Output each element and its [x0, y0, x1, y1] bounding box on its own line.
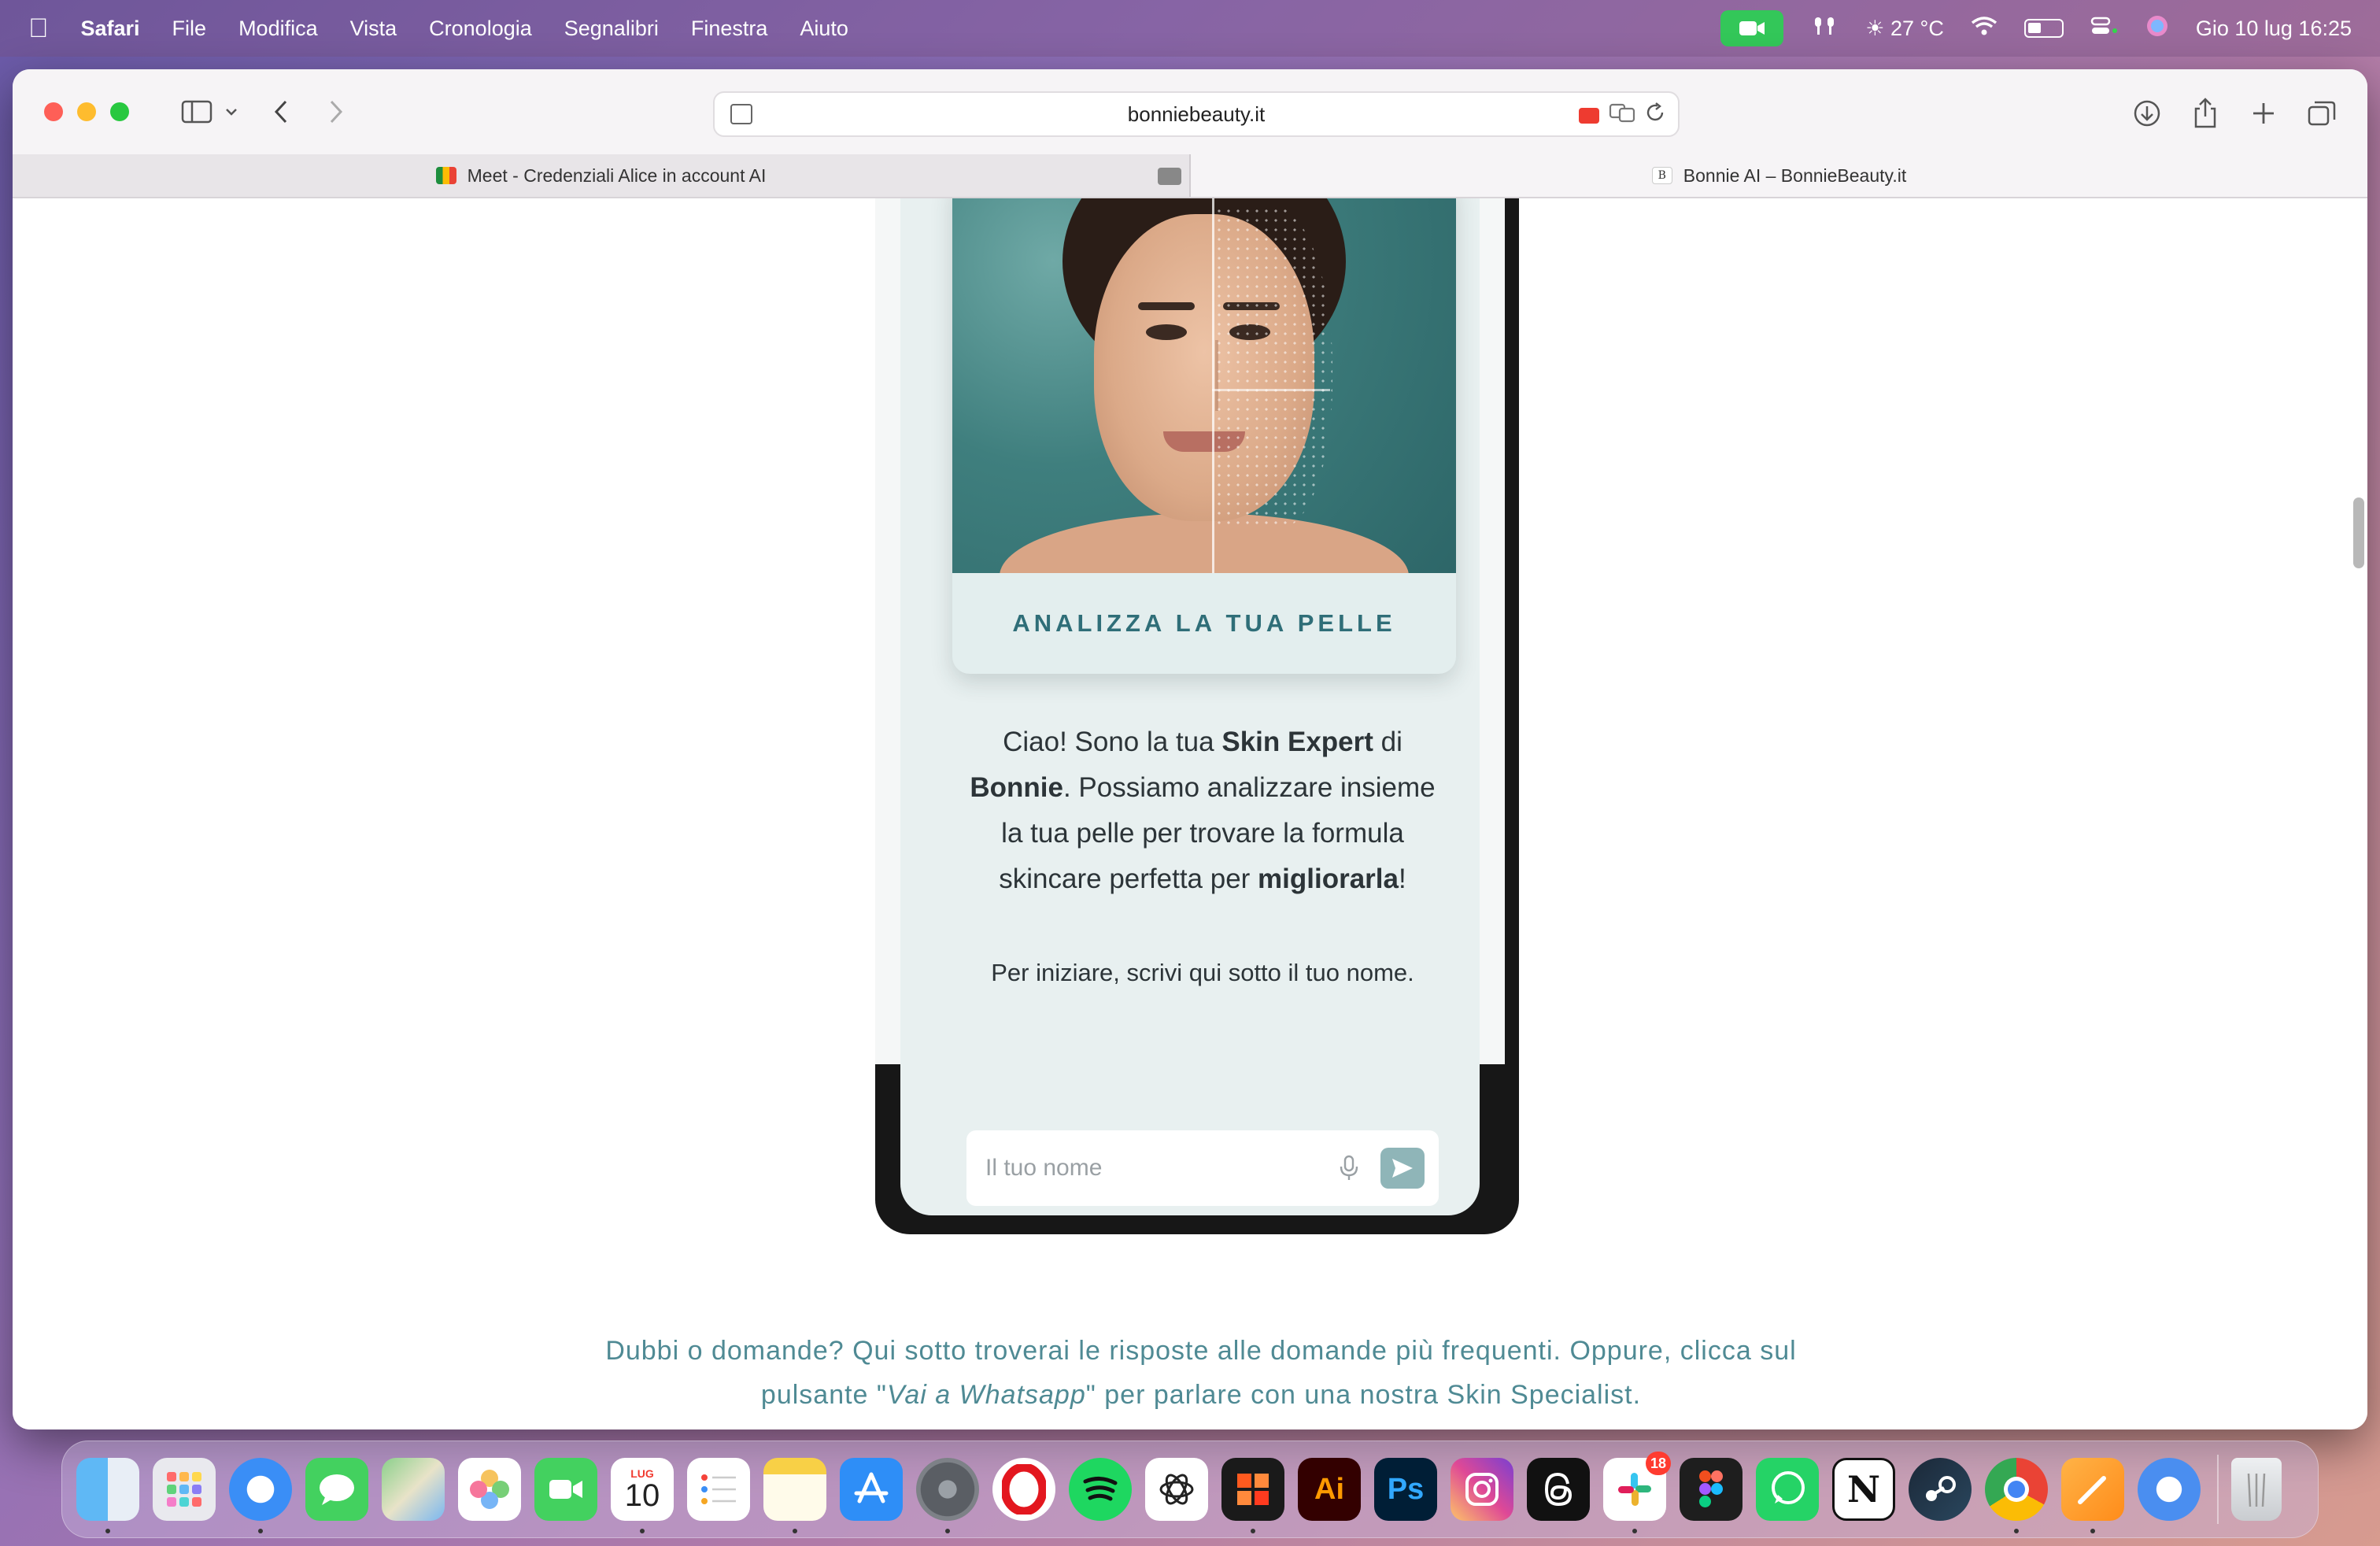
wifi-icon[interactable]	[1971, 16, 1998, 42]
reminders-icon[interactable]	[687, 1458, 750, 1521]
sidebar-toggle-icon[interactable]	[181, 99, 213, 124]
downloads-icon[interactable]	[2125, 91, 2169, 135]
web-page: ANALIZZA LA TUA PELLE Ciao! Sono la tua …	[13, 198, 2367, 1429]
toolbar-right-actions	[2111, 91, 2344, 135]
tab-title: Meet - Credenziali Alice in account AI	[467, 165, 767, 186]
tab-bar: Meet - Credenziali Alice in account AI B…	[13, 154, 2367, 198]
dock-separator	[2217, 1455, 2219, 1524]
name-input[interactable]	[985, 1155, 1333, 1182]
dock: LUG 10 Ai Ps 18 N	[61, 1441, 2319, 1538]
page-menu-icon[interactable]	[730, 104, 752, 124]
tab-bonnie[interactable]: B Bonnie AI – BonnieBeauty.it	[1189, 154, 2367, 197]
name-input-container	[966, 1130, 1439, 1206]
back-button[interactable]	[272, 98, 290, 125]
launchpad-icon[interactable]	[153, 1458, 216, 1521]
battery-icon[interactable]	[2023, 19, 2064, 38]
notion-icon[interactable]: N	[1832, 1458, 1895, 1521]
send-button[interactable]	[1380, 1148, 1425, 1189]
menu-file[interactable]: File	[172, 17, 207, 41]
photoshop-icon[interactable]: Ps	[1374, 1458, 1437, 1521]
whatsapp-icon[interactable]	[1756, 1458, 1819, 1521]
minimize-window-button[interactable]	[77, 102, 96, 121]
calendar-icon[interactable]: LUG 10	[611, 1458, 674, 1533]
chatgpt-icon[interactable]	[1145, 1458, 1208, 1521]
translate-icon[interactable]	[1609, 102, 1635, 128]
slack-notification-badge: 18	[1645, 1452, 1671, 1475]
affinity-icon[interactable]	[1221, 1458, 1284, 1533]
browser-toolbar: bonniebeauty.it	[13, 69, 2367, 154]
menu-aiuto[interactable]: Aiuto	[800, 17, 848, 41]
control-center-icon[interactable]	[2090, 16, 2119, 42]
tab-meet[interactable]: Meet - Credenziali Alice in account AI	[13, 154, 1189, 197]
safari-icon[interactable]	[229, 1458, 292, 1533]
url-text: bonniebeauty.it	[1127, 102, 1266, 126]
figma-icon[interactable]	[1680, 1458, 1743, 1521]
microphone-icon[interactable]	[1333, 1152, 1365, 1184]
apple-menu-icon[interactable]: 	[28, 13, 49, 44]
messages-icon[interactable]	[305, 1458, 368, 1521]
safari-technology-preview-icon[interactable]	[2138, 1458, 2201, 1521]
face-scan-image	[952, 198, 1456, 573]
menu-modifica[interactable]: Modifica	[238, 17, 318, 41]
fullscreen-window-button[interactable]	[110, 102, 129, 121]
close-window-button[interactable]	[44, 102, 63, 121]
send-icon	[1392, 1159, 1413, 1178]
steam-icon[interactable]	[1909, 1458, 1972, 1521]
page-scrollbar[interactable]	[2353, 497, 2364, 568]
new-tab-icon[interactable]	[2241, 91, 2286, 135]
system-settings-icon[interactable]	[916, 1458, 979, 1533]
weather-widget[interactable]: ☀ 27 °C	[1865, 17, 1944, 41]
chat-prompt: Per iniziare, scrivi qui sotto il tuo no…	[991, 959, 1414, 986]
google-meet-icon	[435, 167, 456, 184]
phone-mockup-edge-left	[875, 198, 900, 1064]
share-icon[interactable]	[2183, 91, 2227, 135]
opera-icon[interactable]	[992, 1458, 1055, 1521]
menu-app-name[interactable]: Safari	[81, 17, 140, 41]
camera-in-use-icon[interactable]	[1579, 107, 1599, 124]
chrome-icon[interactable]	[1985, 1458, 2048, 1533]
safari-window: bonniebeauty.it Meet - Credenziali Alice…	[13, 69, 2367, 1429]
menu-finestra[interactable]: Finestra	[691, 17, 768, 41]
siri-icon[interactable]	[2145, 14, 2169, 43]
tab-group-chevron-icon[interactable]	[224, 106, 239, 117]
menu-vista[interactable]: Vista	[350, 17, 397, 41]
reload-icon[interactable]	[1645, 102, 1665, 128]
slack-icon[interactable]: 18	[1603, 1452, 1671, 1533]
facetime-icon[interactable]	[534, 1458, 597, 1521]
analyze-skin-title[interactable]: ANALIZZA LA TUA PELLE	[952, 573, 1456, 674]
window-controls	[44, 102, 143, 121]
faq-intro-text: Dubbi o domande? Qui sotto troverai le r…	[605, 1336, 1797, 1410]
menu-segnalibri[interactable]: Segnalibri	[564, 17, 659, 41]
sun-icon: ☀	[1865, 16, 1885, 40]
tab-overview-icon[interactable]	[2300, 91, 2344, 135]
bonnie-favicon-icon: B	[1651, 167, 1672, 184]
calendar-day: 10	[624, 1478, 660, 1513]
illustrator-icon[interactable]: Ai	[1298, 1458, 1361, 1521]
skin-analysis-card[interactable]: ANALIZZA LA TUA PELLE	[952, 198, 1456, 674]
weather-temperature: 27 °C	[1890, 16, 1944, 40]
airpods-icon[interactable]	[1810, 14, 1839, 43]
app-store-icon[interactable]	[840, 1458, 903, 1521]
menu-bar:  Safari File Modifica Vista Cronologia …	[0, 0, 2380, 57]
phone-mockup-edge-right	[1480, 198, 1505, 1064]
address-bar-actions	[1579, 102, 1665, 128]
menu-cronologia[interactable]: Cronologia	[429, 17, 532, 41]
pages-icon[interactable]	[2061, 1458, 2124, 1533]
trash-icon[interactable]	[2231, 1458, 2282, 1521]
photos-icon[interactable]	[458, 1458, 521, 1521]
maps-icon[interactable]	[382, 1458, 445, 1521]
address-bar[interactable]: bonniebeauty.it	[713, 91, 1680, 137]
camera-icon[interactable]	[1158, 168, 1181, 185]
tab-title: Bonnie AI – BonnieBeauty.it	[1683, 165, 1907, 186]
finder-icon[interactable]	[76, 1458, 139, 1533]
instagram-icon[interactable]	[1451, 1458, 1513, 1521]
notes-icon[interactable]	[763, 1458, 826, 1533]
facetime-status-icon[interactable]	[1720, 10, 1784, 46]
forward-button[interactable]	[327, 98, 345, 125]
menubar-datetime[interactable]: Gio 10 lug 16:25	[2196, 17, 2352, 41]
chat-welcome-message: Ciao! Sono la tua Skin Expert di Bonnie.…	[970, 727, 1436, 894]
threads-icon[interactable]	[1527, 1458, 1590, 1521]
spotify-icon[interactable]	[1069, 1458, 1132, 1521]
